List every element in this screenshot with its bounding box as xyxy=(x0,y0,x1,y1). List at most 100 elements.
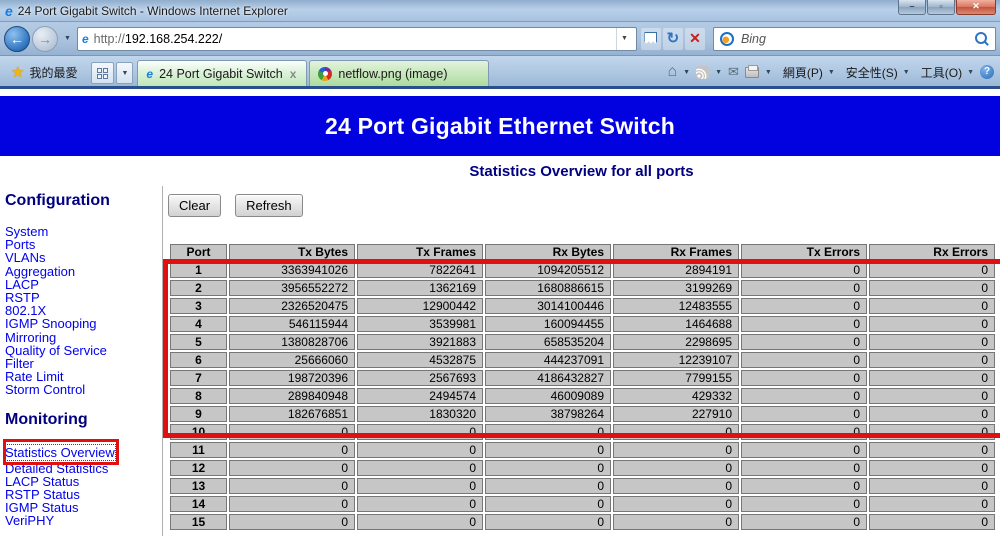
tab-switch[interactable]: e 24 Port Gigabit Switch x xyxy=(137,60,307,86)
refresh-table-button[interactable]: Refresh xyxy=(235,194,303,217)
stat-value: 0 xyxy=(741,370,867,386)
forward-button[interactable]: → xyxy=(32,26,58,52)
read-mail-button[interactable]: ✉ xyxy=(725,64,742,80)
maximize-button[interactable]: ▫ xyxy=(927,0,955,15)
print-dropdown[interactable]: ▼ xyxy=(762,69,775,76)
menu-page-dropdown[interactable]: ▼ xyxy=(825,69,838,76)
stat-value: 289840948 xyxy=(229,388,355,404)
sidebar-item-igmp-snooping[interactable]: IGMP Snooping xyxy=(5,317,162,330)
table-row: 10000000 xyxy=(170,424,995,440)
bing-logo-icon xyxy=(720,32,734,46)
page-content: 24 Port Gigabit Ethernet Switch Statisti… xyxy=(0,89,1000,535)
menu-tools[interactable]: 工具(O) xyxy=(913,64,964,81)
quick-tabs-button[interactable] xyxy=(91,62,114,84)
address-bar[interactable]: e http://192.168.254.222/ ▼ xyxy=(77,27,637,51)
recent-pages-dropdown[interactable]: ▼ xyxy=(60,35,75,42)
column-header-tx-bytes: Tx Bytes xyxy=(229,244,355,260)
quick-tabs-icon xyxy=(97,68,108,79)
home-dropdown[interactable]: ▼ xyxy=(680,69,693,76)
stat-value: 2298695 xyxy=(613,334,739,350)
stat-value: 4186432827 xyxy=(485,370,611,386)
stat-value: 0 xyxy=(741,262,867,278)
stat-value: 0 xyxy=(869,406,995,422)
menu-safety-dropdown[interactable]: ▼ xyxy=(900,69,913,76)
stat-value: 1094205512 xyxy=(485,262,611,278)
stat-value: 0 xyxy=(613,424,739,440)
stat-value: 0 xyxy=(741,334,867,350)
table-row: 14000000 xyxy=(170,496,995,512)
close-button[interactable]: ✕ xyxy=(956,0,996,15)
sidebar-item-statistics-overview[interactable]: Statistics Overview xyxy=(5,445,115,460)
clear-button[interactable]: Clear xyxy=(168,194,221,217)
tab-page-icon: e xyxy=(146,67,153,81)
tab-list-dropdown[interactable]: ▼ xyxy=(116,62,133,84)
banner-title: 24 Port Gigabit Ethernet Switch xyxy=(325,113,675,140)
stat-value: 0 xyxy=(229,442,355,458)
favorites-button[interactable]: ★ 我的最愛 xyxy=(3,60,85,84)
sidebar-item-storm-control[interactable]: Storm Control xyxy=(5,383,162,396)
search-icon[interactable] xyxy=(975,32,989,46)
column-header-tx-errors: Tx Errors xyxy=(741,244,867,260)
stop-icon: ✕ xyxy=(689,30,701,47)
mail-icon: ✉ xyxy=(728,64,739,80)
stat-value: 0 xyxy=(741,406,867,422)
minimize-button[interactable]: – xyxy=(898,0,926,15)
stat-value: 0 xyxy=(741,514,867,530)
tab-label: netflow.png (image) xyxy=(338,67,480,81)
configuration-links: SystemPortsVLANsAggregationLACPRSTP802.1… xyxy=(5,225,162,397)
feeds-button[interactable] xyxy=(693,66,712,79)
page-banner: 24 Port Gigabit Ethernet Switch xyxy=(0,96,1000,156)
stat-value: 0 xyxy=(741,388,867,404)
stat-value: 0 xyxy=(229,496,355,512)
stat-value: 2894191 xyxy=(613,262,739,278)
sidebar-item-vlans[interactable]: VLANs xyxy=(5,251,162,264)
print-icon xyxy=(745,67,759,78)
column-header-rx-errors: Rx Errors xyxy=(869,244,995,260)
menu-safety[interactable]: 安全性(S) xyxy=(838,64,900,81)
home-button[interactable]: ⌂ xyxy=(664,64,680,80)
stat-value: 12239107 xyxy=(613,352,739,368)
stat-value: 444237091 xyxy=(485,352,611,368)
print-button[interactable] xyxy=(742,67,762,78)
picasa-icon xyxy=(318,67,332,81)
stat-value: 0 xyxy=(869,388,995,404)
sidebar-item-mirroring[interactable]: Mirroring xyxy=(5,331,162,344)
sidebar-item-aggregation[interactable]: Aggregation xyxy=(5,265,162,278)
compatibility-view-button[interactable] xyxy=(641,28,661,50)
stat-value: 0 xyxy=(357,496,483,512)
port-number: 10 xyxy=(170,424,227,440)
stat-value: 0 xyxy=(869,496,995,512)
stop-button[interactable]: ✕ xyxy=(685,28,705,50)
tab-netflow-image[interactable]: netflow.png (image) xyxy=(309,60,489,86)
favorites-label: 我的最愛 xyxy=(29,64,77,81)
menu-page[interactable]: 網頁(P) xyxy=(775,64,825,81)
refresh-button[interactable]: ↻ xyxy=(663,28,683,50)
stat-value: 0 xyxy=(613,478,739,494)
port-number: 5 xyxy=(170,334,227,350)
refresh-icon: ↻ xyxy=(667,32,680,45)
address-dropdown[interactable]: ▼ xyxy=(616,28,632,50)
help-button[interactable]: ? xyxy=(977,65,997,79)
stat-value: 1380828706 xyxy=(229,334,355,350)
stat-value: 0 xyxy=(741,424,867,440)
stat-value: 0 xyxy=(741,496,867,512)
port-number: 12 xyxy=(170,460,227,476)
menu-tools-dropdown[interactable]: ▼ xyxy=(964,69,977,76)
rss-icon xyxy=(696,66,709,79)
search-input[interactable]: Bing xyxy=(713,27,996,51)
stat-value: 0 xyxy=(869,442,995,458)
port-number: 4 xyxy=(170,316,227,332)
port-number: 15 xyxy=(170,514,227,530)
sidebar-item-veriphy[interactable]: VeriPHY xyxy=(5,514,162,527)
stat-value: 0 xyxy=(485,460,611,476)
stat-value: 0 xyxy=(357,514,483,530)
address-url[interactable]: http://192.168.254.222/ xyxy=(94,32,616,46)
configuration-heading: Configuration xyxy=(5,192,162,210)
stat-value: 0 xyxy=(357,424,483,440)
tab-close-icon[interactable]: x xyxy=(288,67,299,81)
back-button[interactable]: ← xyxy=(4,26,30,52)
sidebar-item-detailed-statistics[interactable]: Detailed Statistics xyxy=(5,462,162,475)
feeds-dropdown[interactable]: ▼ xyxy=(712,69,725,76)
stat-value: 0 xyxy=(869,478,995,494)
table-row: 828984094824945744600908942933200 xyxy=(170,388,995,404)
